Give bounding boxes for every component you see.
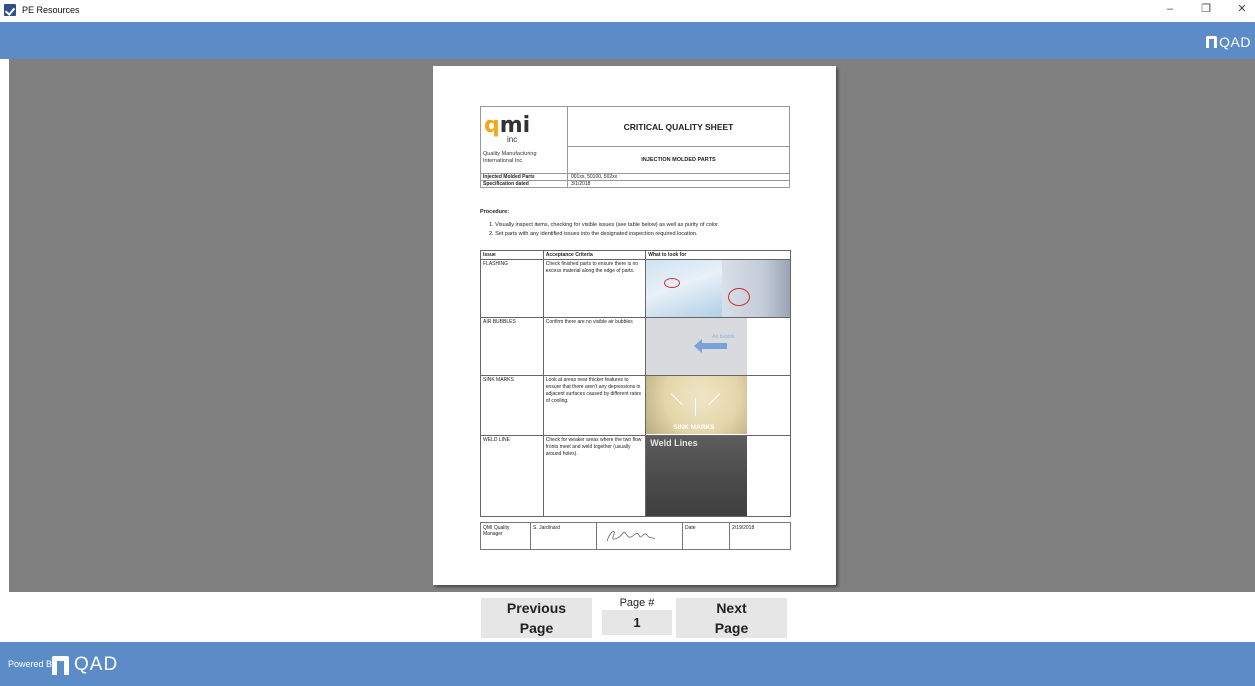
- weld-lines-photo: Weld Lines: [646, 436, 748, 516]
- signature-image: [597, 523, 683, 549]
- app-footer: Powered By QAD: [0, 642, 1255, 686]
- signoff-date-label: Date: [683, 523, 730, 549]
- table-row: SINK MARKS Look at areas near thicker fe…: [480, 375, 791, 436]
- issue-cell: FLASHING: [480, 259, 544, 318]
- signoff-table: QMI Quality Manager S. Jardinard Date 2/…: [480, 522, 791, 550]
- document-subtitle: INJECTION MOLDED PARTS: [641, 157, 716, 163]
- photo-cell: [645, 259, 791, 318]
- window-controls: – ❐ ✕: [1163, 0, 1249, 19]
- document-header-table: qmi inc Quality Manufacturing Internatio…: [480, 106, 790, 188]
- page-navigation: Previous Page Page # 1 Next Page: [0, 592, 1255, 642]
- procedure-step: 2. Set parts with any identified issues …: [489, 231, 698, 237]
- issues-table: Issue Acceptance Criteria What to look f…: [480, 250, 791, 517]
- table-row: WELD LINE Check for weaker areas where t…: [480, 435, 791, 517]
- signoff-date: 2/19/2018: [732, 525, 755, 531]
- meta-row: Specification dated 3/1/2018: [481, 180, 789, 187]
- footer-logo-text: QAD: [74, 654, 119, 675]
- procedure-title: Procedure:: [480, 209, 510, 215]
- sink-marks-photo: SINK MARKS: [646, 376, 748, 434]
- next-page-button[interactable]: Next Page: [676, 598, 787, 638]
- photo-label: Air bubble: [712, 334, 735, 340]
- criteria-cell: Check finished parts to ensure there is …: [542, 259, 647, 318]
- photo-cell: Air bubble: [645, 317, 791, 376]
- app-icon: [4, 3, 16, 16]
- table-row: AIR BUBBLES Confirm there are no visible…: [480, 317, 791, 376]
- qad-logo-icon: [52, 655, 69, 675]
- powered-by-text: Powered By: [8, 659, 57, 669]
- arrow-icon: [694, 339, 728, 353]
- app-header: QAD: [0, 22, 1255, 59]
- criteria-cell: Check for weaker areas where the two flo…: [542, 435, 647, 517]
- signoff-role: QMI Quality Manager: [481, 523, 531, 549]
- photo-cell: SINK MARKS: [645, 375, 791, 436]
- column-header: Acceptance Criteria: [542, 250, 647, 260]
- signoff-name: S. Jardinard: [531, 523, 597, 549]
- minimize-button[interactable]: –: [1163, 0, 1177, 19]
- table-header-row: Issue Acceptance Criteria What to look f…: [480, 250, 791, 260]
- table-row: FLASHING Check finished parts to ensure …: [480, 259, 791, 318]
- document-page: qmi inc Quality Manufacturing Internatio…: [433, 66, 836, 585]
- qmi-logo-suffix: inc: [507, 135, 518, 144]
- document-title: CRITICAL QUALITY SHEET: [568, 107, 789, 147]
- close-button[interactable]: ✕: [1235, 0, 1249, 19]
- flashing-photo: [646, 260, 790, 317]
- air-bubbles-photo: Air bubble: [646, 318, 748, 375]
- photo-cell: Weld Lines: [645, 435, 791, 517]
- qad-logo-icon: [1206, 36, 1218, 48]
- photo-label: Weld Lines: [650, 438, 698, 448]
- photo-label: SINK MARKS: [673, 424, 715, 431]
- window-title: PE Resources: [22, 4, 80, 15]
- issue-cell: WELD LINE: [480, 435, 544, 517]
- criteria-cell: Look at areas near thicker features to e…: [542, 375, 647, 436]
- company-name: Quality Manufacturing International Inc.: [483, 151, 537, 164]
- column-header: Issue: [480, 250, 544, 260]
- footer-qad-logo: QAD: [52, 654, 118, 676]
- issue-cell: SINK MARKS: [480, 375, 544, 436]
- page-number-label: Page #: [619, 597, 655, 609]
- procedure-step: 1. Visually inspect items, checking for …: [489, 222, 720, 228]
- restore-button[interactable]: ❐: [1199, 0, 1213, 19]
- column-header: What to look for: [645, 250, 791, 260]
- issue-cell: AIR BUBBLES: [480, 317, 544, 376]
- meta-row: Injected Molded Parts 001xx, 50100, 502x…: [481, 173, 789, 180]
- page-number-input[interactable]: 1: [602, 610, 672, 635]
- window-titlebar: PE Resources – ❐ ✕: [0, 0, 1255, 19]
- qad-logo: QAD: [1206, 34, 1251, 50]
- previous-page-button[interactable]: Previous Page: [481, 598, 592, 638]
- document-viewer: qmi inc Quality Manufacturing Internatio…: [9, 59, 1255, 592]
- criteria-cell: Confirm there are no visible air bubbles: [542, 317, 647, 376]
- qad-logo-text: QAD: [1219, 34, 1251, 50]
- procedure-section: Procedure: 1. Visually inspect items, ch…: [480, 208, 810, 239]
- company-logo-cell: qmi inc Quality Manufacturing Internatio…: [481, 107, 568, 173]
